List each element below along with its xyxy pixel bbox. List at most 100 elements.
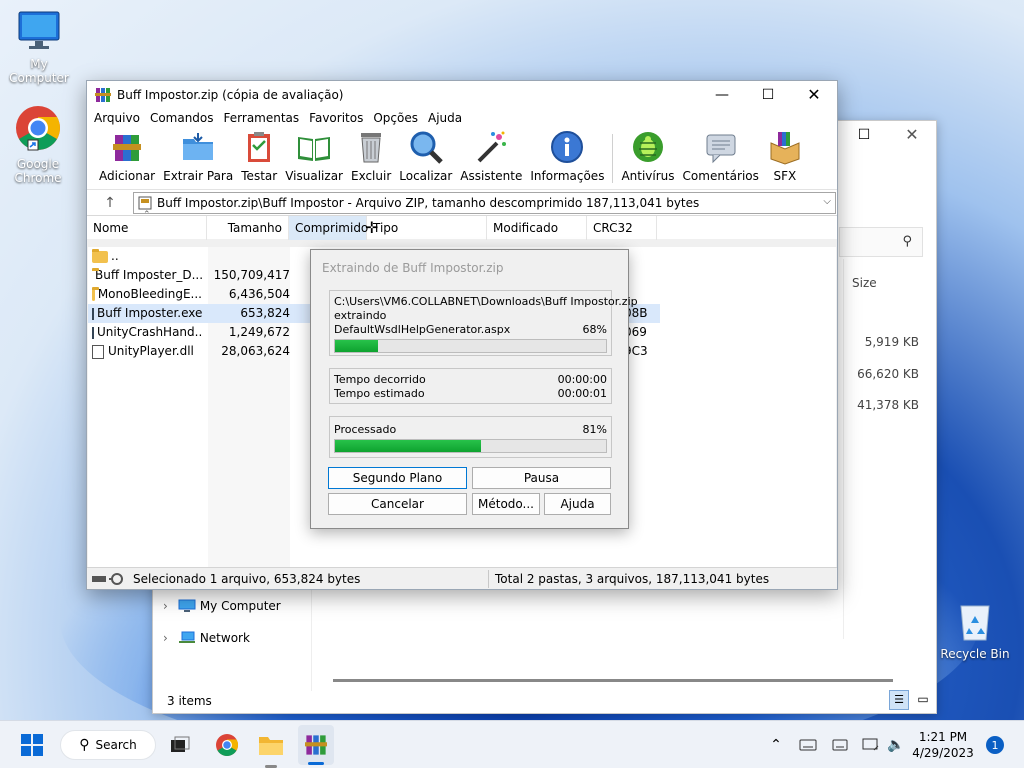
magic-wand-icon	[477, 131, 507, 163]
dll-file-icon	[92, 344, 104, 359]
toolbar-delete-button[interactable]: Excluir	[347, 128, 395, 189]
maximize-icon[interactable]: ☐	[849, 127, 879, 145]
column-header-size[interactable]: Size	[852, 276, 912, 290]
column-header-type[interactable]: Tipo	[367, 215, 487, 240]
file-progress-fill	[335, 340, 379, 352]
table-row[interactable]: ..	[88, 247, 202, 266]
method-button[interactable]: Método...	[472, 493, 540, 515]
menu-opcoes[interactable]: Opções	[368, 111, 423, 125]
menu-ferramentas[interactable]: Ferramentas	[219, 111, 305, 125]
toolbar-test-button[interactable]: Testar	[237, 128, 281, 189]
toolbar-label: Comentários	[682, 169, 759, 183]
column-header-packed[interactable]: Comprimido	[289, 215, 368, 240]
table-row[interactable]: UnityCrashHand... 1,249,672 069	[88, 323, 647, 342]
bug-icon	[633, 132, 663, 162]
menu-ajuda[interactable]: Ajuda	[423, 111, 467, 125]
toolbar-sfx-button[interactable]: SFX	[763, 128, 807, 189]
large-icons-view-icon[interactable]: ▭	[913, 690, 933, 710]
processed-progress-fill	[335, 440, 482, 452]
comment-icon	[706, 134, 736, 164]
sort-up-icon: ⌃	[143, 210, 151, 220]
column-header-size[interactable]: Tamanho	[207, 215, 289, 240]
toolbar-label: Visualizar	[285, 169, 343, 183]
desktop-icon-label: My Computer	[9, 57, 69, 85]
background-button[interactable]: Segundo Plano	[328, 467, 467, 489]
maximize-icon[interactable]: ☐	[745, 81, 791, 108]
processed-box: Processado 81%	[329, 416, 612, 458]
toolbar-extract-button[interactable]: Extrair Para	[159, 128, 237, 189]
extract-progress-dialog: Extraindo de Buff Impostor.zip C:\Users\…	[310, 249, 638, 529]
address-field[interactable]: Buff Impostor.zip\Buff Impostor - Arquiv…	[133, 191, 836, 214]
desktop-icon-my-computer[interactable]: My Computer	[1, 10, 77, 85]
close-icon[interactable]: ✕	[791, 81, 837, 108]
menu-comandos[interactable]: Comandos	[145, 111, 219, 125]
menu-arquivo[interactable]: Arquivo	[89, 111, 145, 125]
taskbar: ⚲ Search ⌃ 🔈 1:21 PM 4/29/2023 1	[0, 720, 1024, 768]
toolbar-add-button[interactable]: Adicionar	[95, 128, 159, 189]
cancel-button[interactable]: Cancelar	[328, 493, 467, 515]
nav-item-my-computer[interactable]: › My Computer	[163, 599, 281, 613]
toolbar-separator	[612, 134, 614, 183]
horizontal-scrollbar[interactable]	[333, 679, 893, 682]
task-view-icon	[171, 736, 190, 752]
taskbar-chrome[interactable]	[210, 721, 244, 768]
sfx-box-icon	[770, 132, 800, 165]
exe-file-icon	[92, 326, 94, 339]
toolbar-antivirus-button[interactable]: Antivírus	[617, 128, 678, 189]
toolbar-wizard-button[interactable]: Assistente	[456, 128, 526, 189]
processed-percent: 81%	[582, 423, 607, 436]
desktop-icon-google-chrome[interactable]: Google Chrome	[0, 104, 76, 185]
nav-item-network[interactable]: › Network	[163, 631, 250, 645]
resize-cursor-icon: ✛	[365, 218, 379, 237]
table-row[interactable]: MonoBleedingE... 6,436,504	[88, 285, 290, 304]
toolbar-info-button[interactable]: Informações	[526, 128, 608, 189]
menu-favoritos[interactable]: Favoritos	[304, 111, 368, 125]
up-arrow-icon[interactable]: ↑	[87, 195, 133, 211]
keyboard-icon[interactable]	[796, 721, 820, 768]
desktop-icon-recycle-bin[interactable]: Recycle Bin	[937, 598, 1013, 661]
file-size: 41,378 KB	[857, 398, 919, 412]
clock[interactable]: 1:21 PM 4/29/2023	[912, 721, 974, 768]
monitor-icon	[18, 11, 60, 49]
pause-button[interactable]: Pausa	[472, 467, 611, 489]
monitor-icon	[178, 599, 196, 612]
file-size: 28,063,624	[221, 344, 290, 358]
task-view-button[interactable]	[166, 721, 194, 768]
processed-label: Processado	[334, 423, 397, 436]
column-header-modified[interactable]: Modificado	[487, 215, 587, 240]
toolbar-label: Antivírus	[621, 169, 675, 183]
recycle-bin-icon	[960, 605, 990, 641]
close-icon[interactable]: ✕	[897, 125, 927, 144]
table-row[interactable]: Buff Imposter_D... 150,709,417	[88, 266, 290, 285]
volume-icon[interactable]: 🔈	[884, 721, 908, 768]
nav-label: My Computer	[199, 599, 281, 613]
toolbar-label: Localizar	[399, 169, 453, 183]
chrome-icon	[16, 106, 60, 151]
info-icon	[551, 131, 584, 163]
details-view-icon[interactable]: ☰	[889, 690, 909, 710]
status-item-count: 3 items	[167, 694, 212, 708]
toolbar-view-button[interactable]: Visualizar	[281, 128, 347, 189]
chevron-up-icon[interactable]: ⌃	[766, 721, 786, 768]
status-separator	[488, 569, 489, 588]
search-input[interactable]: ⚲	[839, 227, 923, 257]
toolbar-comments-button[interactable]: Comentários	[679, 128, 763, 189]
network-icon[interactable]	[860, 721, 882, 768]
column-header-crc[interactable]: CRC32	[587, 215, 657, 240]
taskbar-search-box[interactable]: ⚲ Search	[60, 730, 156, 760]
notification-badge[interactable]: 1	[986, 736, 1004, 754]
minimize-icon[interactable]: —	[699, 81, 745, 108]
start-button[interactable]	[12, 721, 52, 768]
chevron-down-icon[interactable]: ⌵	[823, 196, 831, 207]
books-archive-icon	[113, 135, 142, 161]
taskbar-file-explorer[interactable]	[254, 721, 288, 768]
folder-icon	[92, 248, 108, 263]
help-button[interactable]: Ajuda	[544, 493, 611, 515]
table-row[interactable]: UnityPlayer.dll 28,063,624 9C3	[88, 342, 648, 361]
toolbar-find-button[interactable]: Localizar	[395, 128, 456, 189]
file-name: MonoBleedingE...	[97, 287, 202, 301]
display-icon[interactable]	[828, 721, 852, 768]
toolbar-label: Adicionar	[99, 169, 156, 183]
search-icon: ⚲	[902, 234, 912, 249]
taskbar-winrar[interactable]	[298, 725, 334, 765]
